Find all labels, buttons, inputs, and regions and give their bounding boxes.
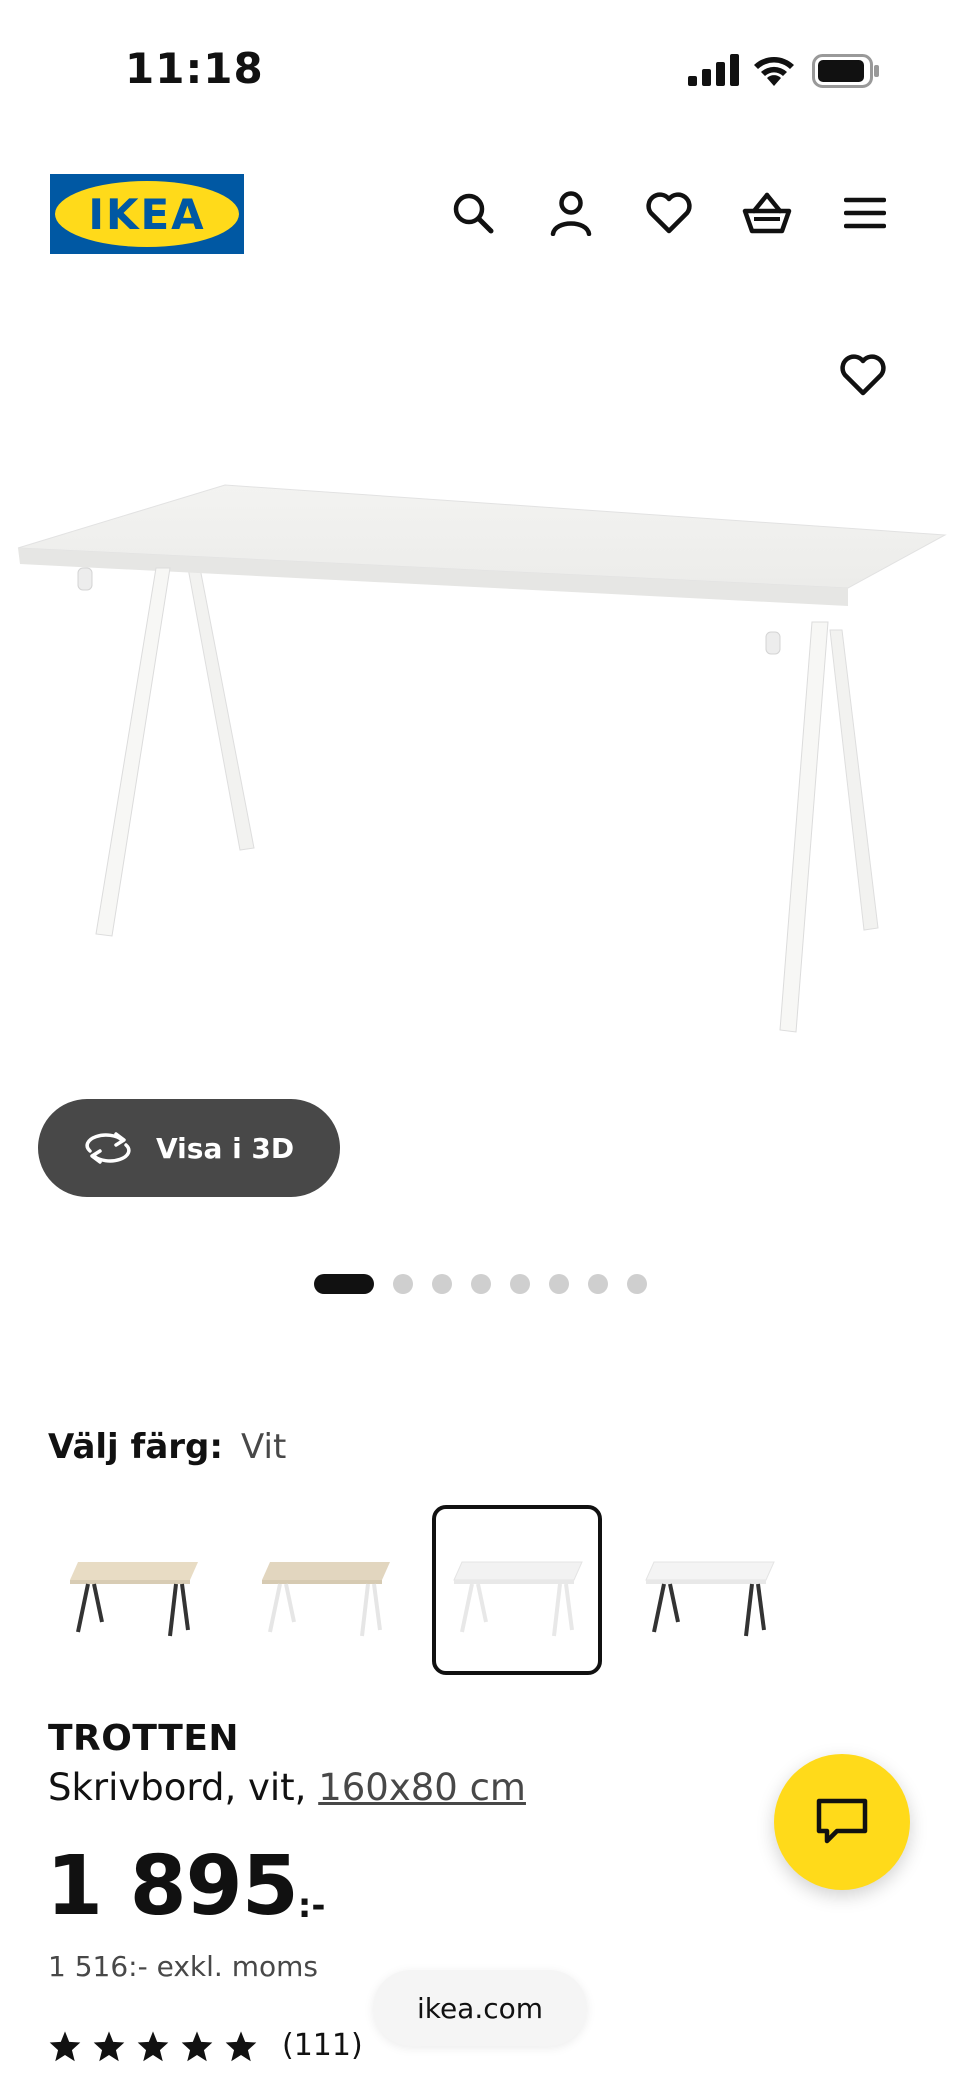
svg-text:IKEA: IKEA (88, 190, 205, 239)
review-count: (111) (282, 2028, 363, 2063)
color-swatch-white-black[interactable] (624, 1505, 794, 1675)
carousel-dot[interactable] (588, 1274, 608, 1294)
star-icon (49, 2030, 81, 2061)
product-name: TROTTEN (48, 1718, 240, 1759)
price-suffix: :- (297, 1886, 326, 1926)
status-time: 11:18 (125, 44, 264, 93)
chat-button[interactable] (774, 1754, 910, 1890)
view-in-3d-label: Visa i 3D (156, 1131, 295, 1165)
battery-icon (812, 54, 879, 88)
chat-icon (816, 1798, 868, 1844)
carousel-dot[interactable] (393, 1274, 413, 1294)
product-size-link[interactable]: 160x80 cm (318, 1766, 526, 1809)
wifi-icon (754, 57, 794, 86)
product-rating[interactable]: (111) (48, 2028, 363, 2063)
selected-color-value: Vit (240, 1427, 287, 1467)
image-carousel-indicator (314, 1274, 647, 1294)
star-icon (181, 2030, 213, 2061)
carousel-dot[interactable] (432, 1274, 452, 1294)
color-swatch-beige-black[interactable] (48, 1505, 218, 1675)
color-swatch-beige-white[interactable] (240, 1505, 410, 1675)
heart-icon (840, 354, 886, 396)
account-icon[interactable] (546, 188, 596, 238)
favorites-icon[interactable] (644, 188, 694, 238)
browser-url-bar[interactable]: ikea.com (373, 1970, 587, 2046)
color-swatch-white[interactable] (432, 1505, 602, 1675)
color-swatches (48, 1505, 794, 1675)
color-selector-label: Välj färg: Vit (48, 1427, 286, 1467)
url-text: ikea.com (416, 1991, 544, 2025)
carousel-dot[interactable] (549, 1274, 569, 1294)
signal-icon (688, 54, 739, 86)
star-icon (137, 2030, 169, 2061)
status-bar: 11:18 (0, 0, 960, 140)
price-excl-vat: 1 516:- exkl. moms (48, 1950, 318, 1983)
carousel-dot[interactable] (471, 1274, 491, 1294)
ikea-logo[interactable]: IKEA (50, 174, 244, 254)
product-image[interactable] (0, 440, 960, 1100)
carousel-dot[interactable] (510, 1274, 530, 1294)
site-header: IKEA (0, 170, 960, 260)
choose-color-label: Välj färg: (48, 1427, 223, 1467)
cart-icon[interactable] (742, 188, 792, 238)
product-type-text: Skrivbord, vit, (48, 1766, 319, 1809)
view-in-3d-button[interactable]: Visa i 3D (38, 1099, 340, 1197)
menu-icon[interactable] (840, 188, 890, 238)
star-icon (225, 2030, 257, 2061)
star-icon (93, 2030, 125, 2061)
carousel-dot[interactable] (627, 1274, 647, 1294)
carousel-dot[interactable] (314, 1274, 374, 1294)
price-amount: 1 895 (46, 1839, 299, 1934)
rotate-3d-icon (85, 1132, 131, 1164)
product-price: 1 895 :- (46, 1846, 326, 1928)
search-icon[interactable] (448, 188, 498, 238)
product-description: Skrivbord, vit, 160x80 cm (48, 1766, 526, 1809)
add-to-favorites-button[interactable] (838, 350, 888, 400)
